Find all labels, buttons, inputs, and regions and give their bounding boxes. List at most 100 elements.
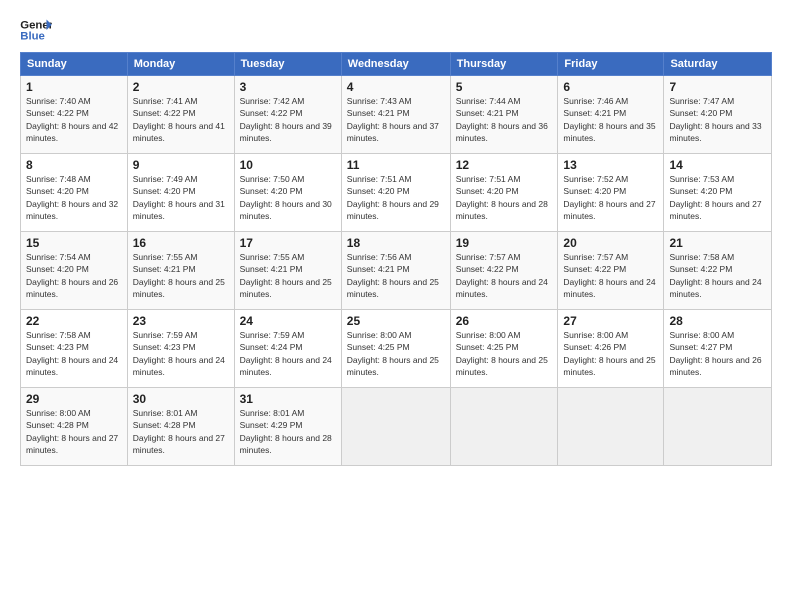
day-info: Sunrise: 7:55 AMSunset: 4:21 PMDaylight:… [240,252,332,299]
svg-text:Blue: Blue [20,31,45,43]
day-number: 13 [563,158,658,172]
day-info: Sunrise: 7:43 AMSunset: 4:21 PMDaylight:… [347,96,439,143]
logo-icon: General Blue [20,16,52,44]
day-info: Sunrise: 7:48 AMSunset: 4:20 PMDaylight:… [26,174,118,221]
day-cell: 5 Sunrise: 7:44 AMSunset: 4:21 PMDayligh… [450,76,558,154]
day-number: 4 [347,80,445,94]
day-info: Sunrise: 7:50 AMSunset: 4:20 PMDaylight:… [240,174,332,221]
day-number: 27 [563,314,658,328]
week-row-4: 22 Sunrise: 7:58 AMSunset: 4:23 PMDaylig… [21,310,772,388]
day-number: 7 [669,80,766,94]
day-cell: 14 Sunrise: 7:53 AMSunset: 4:20 PMDaylig… [664,154,772,232]
day-number: 9 [133,158,229,172]
day-cell: 22 Sunrise: 7:58 AMSunset: 4:23 PMDaylig… [21,310,128,388]
day-cell: 2 Sunrise: 7:41 AMSunset: 4:22 PMDayligh… [127,76,234,154]
day-number: 5 [456,80,553,94]
day-info: Sunrise: 7:52 AMSunset: 4:20 PMDaylight:… [563,174,655,221]
day-number: 16 [133,236,229,250]
day-info: Sunrise: 7:58 AMSunset: 4:23 PMDaylight:… [26,330,118,377]
day-cell: 18 Sunrise: 7:56 AMSunset: 4:21 PMDaylig… [341,232,450,310]
day-cell: 1 Sunrise: 7:40 AMSunset: 4:22 PMDayligh… [21,76,128,154]
day-number: 28 [669,314,766,328]
day-info: Sunrise: 8:01 AMSunset: 4:29 PMDaylight:… [240,408,332,455]
day-number: 21 [669,236,766,250]
day-cell: 28 Sunrise: 8:00 AMSunset: 4:27 PMDaylig… [664,310,772,388]
day-number: 22 [26,314,122,328]
day-cell: 24 Sunrise: 7:59 AMSunset: 4:24 PMDaylig… [234,310,341,388]
day-info: Sunrise: 7:51 AMSunset: 4:20 PMDaylight:… [456,174,548,221]
day-cell: 30 Sunrise: 8:01 AMSunset: 4:28 PMDaylig… [127,388,234,466]
day-info: Sunrise: 8:00 AMSunset: 4:28 PMDaylight:… [26,408,118,455]
day-cell: 3 Sunrise: 7:42 AMSunset: 4:22 PMDayligh… [234,76,341,154]
day-cell [450,388,558,466]
page: General Blue SundayMondayTuesdayWednesda… [0,0,792,612]
day-number: 24 [240,314,336,328]
week-row-5: 29 Sunrise: 8:00 AMSunset: 4:28 PMDaylig… [21,388,772,466]
day-info: Sunrise: 7:51 AMSunset: 4:20 PMDaylight:… [347,174,439,221]
day-number: 19 [456,236,553,250]
day-info: Sunrise: 7:49 AMSunset: 4:20 PMDaylight:… [133,174,225,221]
day-number: 30 [133,392,229,406]
day-cell: 12 Sunrise: 7:51 AMSunset: 4:20 PMDaylig… [450,154,558,232]
weekday-header-monday: Monday [127,53,234,76]
day-cell: 13 Sunrise: 7:52 AMSunset: 4:20 PMDaylig… [558,154,664,232]
day-cell: 17 Sunrise: 7:55 AMSunset: 4:21 PMDaylig… [234,232,341,310]
day-info: Sunrise: 7:56 AMSunset: 4:21 PMDaylight:… [347,252,439,299]
week-row-2: 8 Sunrise: 7:48 AMSunset: 4:20 PMDayligh… [21,154,772,232]
day-info: Sunrise: 7:57 AMSunset: 4:22 PMDaylight:… [563,252,655,299]
day-cell: 8 Sunrise: 7:48 AMSunset: 4:20 PMDayligh… [21,154,128,232]
day-cell: 31 Sunrise: 8:01 AMSunset: 4:29 PMDaylig… [234,388,341,466]
day-number: 17 [240,236,336,250]
day-number: 15 [26,236,122,250]
day-cell: 29 Sunrise: 8:00 AMSunset: 4:28 PMDaylig… [21,388,128,466]
day-cell: 20 Sunrise: 7:57 AMSunset: 4:22 PMDaylig… [558,232,664,310]
day-number: 23 [133,314,229,328]
day-info: Sunrise: 7:44 AMSunset: 4:21 PMDaylight:… [456,96,548,143]
day-cell: 10 Sunrise: 7:50 AMSunset: 4:20 PMDaylig… [234,154,341,232]
day-info: Sunrise: 8:00 AMSunset: 4:27 PMDaylight:… [669,330,761,377]
day-cell: 15 Sunrise: 7:54 AMSunset: 4:20 PMDaylig… [21,232,128,310]
week-row-3: 15 Sunrise: 7:54 AMSunset: 4:20 PMDaylig… [21,232,772,310]
header: General Blue [20,16,772,44]
day-number: 2 [133,80,229,94]
day-number: 10 [240,158,336,172]
calendar: SundayMondayTuesdayWednesdayThursdayFrid… [20,52,772,466]
day-number: 14 [669,158,766,172]
day-info: Sunrise: 7:42 AMSunset: 4:22 PMDaylight:… [240,96,332,143]
day-number: 31 [240,392,336,406]
day-number: 3 [240,80,336,94]
day-number: 11 [347,158,445,172]
day-info: Sunrise: 7:46 AMSunset: 4:21 PMDaylight:… [563,96,655,143]
day-cell: 27 Sunrise: 8:00 AMSunset: 4:26 PMDaylig… [558,310,664,388]
day-cell [664,388,772,466]
day-cell [558,388,664,466]
day-cell: 4 Sunrise: 7:43 AMSunset: 4:21 PMDayligh… [341,76,450,154]
day-cell: 25 Sunrise: 8:00 AMSunset: 4:25 PMDaylig… [341,310,450,388]
day-info: Sunrise: 8:00 AMSunset: 4:26 PMDaylight:… [563,330,655,377]
weekday-header-row: SundayMondayTuesdayWednesdayThursdayFrid… [21,53,772,76]
day-cell: 7 Sunrise: 7:47 AMSunset: 4:20 PMDayligh… [664,76,772,154]
day-number: 12 [456,158,553,172]
day-number: 29 [26,392,122,406]
day-info: Sunrise: 7:57 AMSunset: 4:22 PMDaylight:… [456,252,548,299]
week-row-1: 1 Sunrise: 7:40 AMSunset: 4:22 PMDayligh… [21,76,772,154]
day-info: Sunrise: 7:59 AMSunset: 4:23 PMDaylight:… [133,330,225,377]
day-cell: 26 Sunrise: 8:00 AMSunset: 4:25 PMDaylig… [450,310,558,388]
weekday-header-thursday: Thursday [450,53,558,76]
weekday-header-saturday: Saturday [664,53,772,76]
day-info: Sunrise: 7:53 AMSunset: 4:20 PMDaylight:… [669,174,761,221]
day-cell [341,388,450,466]
day-info: Sunrise: 7:54 AMSunset: 4:20 PMDaylight:… [26,252,118,299]
weekday-header-tuesday: Tuesday [234,53,341,76]
weekday-header-wednesday: Wednesday [341,53,450,76]
logo: General Blue [20,16,52,44]
weekday-header-friday: Friday [558,53,664,76]
day-number: 25 [347,314,445,328]
day-info: Sunrise: 8:00 AMSunset: 4:25 PMDaylight:… [347,330,439,377]
day-number: 8 [26,158,122,172]
day-cell: 11 Sunrise: 7:51 AMSunset: 4:20 PMDaylig… [341,154,450,232]
day-info: Sunrise: 8:01 AMSunset: 4:28 PMDaylight:… [133,408,225,455]
day-cell: 6 Sunrise: 7:46 AMSunset: 4:21 PMDayligh… [558,76,664,154]
day-number: 6 [563,80,658,94]
day-cell: 21 Sunrise: 7:58 AMSunset: 4:22 PMDaylig… [664,232,772,310]
